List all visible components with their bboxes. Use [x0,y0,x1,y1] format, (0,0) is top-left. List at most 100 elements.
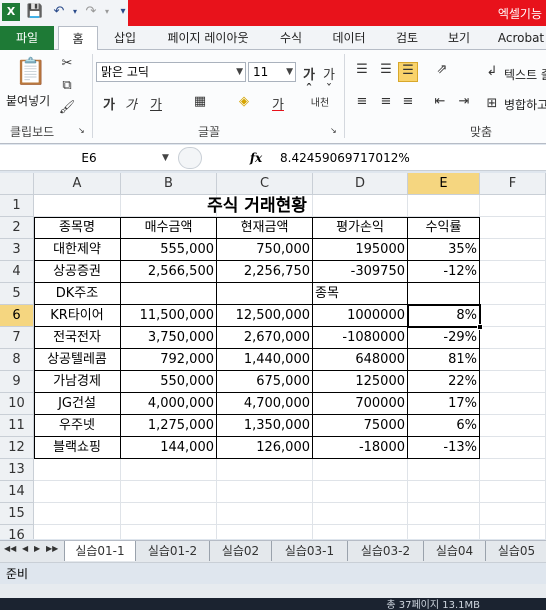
align-left-icon[interactable]: ≡ [352,94,372,109]
font-name-select[interactable]: 맑은 고딕 ▼ [96,62,246,82]
cell[interactable] [480,525,546,539]
cell[interactable] [480,327,546,349]
cell[interactable] [480,195,546,217]
cut-icon[interactable]: ✂ [58,56,76,71]
cell[interactable] [121,503,217,525]
table-cell[interactable]: 2,670,000 [217,327,313,349]
table-cell[interactable]: 3,750,000 [121,327,217,349]
table-cell[interactable]: 12,500,000 [217,305,313,327]
cell[interactable] [480,261,546,283]
table-cell[interactable]: 8% [408,305,480,327]
cell[interactable] [34,525,121,539]
cell[interactable] [480,371,546,393]
table-cell[interactable]: 1000000 [313,305,408,327]
tab-data[interactable]: 데이터 [320,26,378,50]
excel-icon[interactable]: X [2,3,20,21]
row-header-6[interactable]: 6 [0,305,34,327]
table-cell[interactable]: 648000 [313,349,408,371]
cell[interactable] [480,305,546,327]
table-cell[interactable]: 195000 [313,239,408,261]
insert-function-icon[interactable]: fx [244,147,268,169]
table-cell[interactable]: 11,500,000 [121,305,217,327]
sheet-tab-02[interactable]: 실습02 [210,541,272,561]
italic-icon[interactable]: 가 [122,94,140,113]
wrap-text-icon[interactable]: ↲ [484,64,500,79]
increase-indent-icon[interactable]: ⇥ [454,94,474,109]
table-cell[interactable]: 17% [408,393,480,415]
cell[interactable] [408,525,480,539]
stock-name-cell[interactable]: 우주넷 [34,415,121,437]
first-sheet-icon[interactable]: ◀◀ [4,544,16,553]
cell[interactable] [217,459,313,481]
table-cell[interactable]: 700000 [313,393,408,415]
sheet-tab-05[interactable]: 실습05 [486,541,546,561]
row-header-14[interactable]: 14 [0,481,34,503]
table-cell[interactable]: 81% [408,349,480,371]
table-cell[interactable] [217,283,313,305]
stock-name-cell[interactable]: DK주조 [34,283,121,305]
cell[interactable] [480,239,546,261]
row-header-15[interactable]: 15 [0,503,34,525]
clipboard-launcher-icon[interactable]: ↘ [78,126,85,135]
table-cell[interactable]: -18000 [313,437,408,459]
stock-name-cell[interactable]: KR타이어 [34,305,121,327]
align-middle-icon[interactable]: ☰ [376,62,396,77]
stock-name-cell[interactable]: 전국전자 [34,327,121,349]
row-header-12[interactable]: 12 [0,437,34,459]
cell[interactable] [313,459,408,481]
sheet-title[interactable]: 주식 거래현황 [34,195,480,217]
stock-name-cell[interactable]: 대한제약 [34,239,121,261]
align-right-icon[interactable]: ≡ [398,94,418,109]
decrease-indent-icon[interactable]: ⇤ [430,94,450,109]
borders-icon[interactable]: ▦ [190,94,210,109]
cell[interactable] [34,503,121,525]
table-cell[interactable]: 126,000 [217,437,313,459]
prev-sheet-icon[interactable]: ◀ [22,544,28,553]
cell[interactable] [408,481,480,503]
stock-name-cell[interactable]: 블랙쇼핑 [34,437,121,459]
paste-icon[interactable]: 📋 [14,56,48,88]
formula-bar-handle[interactable] [178,147,202,169]
align-bottom-icon[interactable]: ☰ [398,62,418,82]
cell[interactable] [313,481,408,503]
column-header-b[interactable]: B [121,173,217,195]
chevron-down-icon[interactable]: ▼ [162,147,169,169]
table-cell[interactable]: -309750 [313,261,408,283]
merge-center-button[interactable]: 병합하고 [504,96,546,113]
cell[interactable] [34,481,121,503]
table-cell[interactable]: 6% [408,415,480,437]
format-painter-icon[interactable]: 🖌 [58,100,76,115]
table-header-cell[interactable]: 수익률 [408,217,480,239]
tab-home[interactable]: 홈 [58,26,98,51]
table-header-cell[interactable]: 매수금액 [121,217,217,239]
row-header-10[interactable]: 10 [0,393,34,415]
font-size-select[interactable]: 11 ▼ [248,62,296,82]
name-box[interactable]: E6 [0,147,178,169]
table-cell[interactable]: 792,000 [121,349,217,371]
cell[interactable] [313,503,408,525]
fill-color-icon[interactable]: ◈ [234,94,254,109]
font-launcher-icon[interactable]: ↘ [330,126,337,135]
row-header-9[interactable]: 9 [0,371,34,393]
cell[interactable] [313,525,408,539]
tab-view[interactable]: 보기 [436,26,482,50]
cell[interactable] [34,459,121,481]
table-cell[interactable]: 75000 [313,415,408,437]
row-header-1[interactable]: 1 [0,195,34,217]
row-header-4[interactable]: 4 [0,261,34,283]
underline-icon[interactable]: 가 [146,94,166,113]
table-cell[interactable]: 144,000 [121,437,217,459]
table-cell[interactable]: 종목 [313,283,408,305]
table-cell[interactable]: 675,000 [217,371,313,393]
cell[interactable] [480,415,546,437]
column-header-a[interactable]: A [34,173,121,195]
table-cell[interactable]: 4,700,000 [217,393,313,415]
row-header-13[interactable]: 13 [0,459,34,481]
sheet-tab-04[interactable]: 실습04 [424,541,486,561]
cell[interactable] [480,217,546,239]
table-cell[interactable]: 1,350,000 [217,415,313,437]
cell[interactable] [121,481,217,503]
stock-name-cell[interactable]: JG건설 [34,393,121,415]
align-top-icon[interactable]: ☰ [352,62,372,77]
paste-button[interactable]: 붙여넣기 [6,92,50,109]
